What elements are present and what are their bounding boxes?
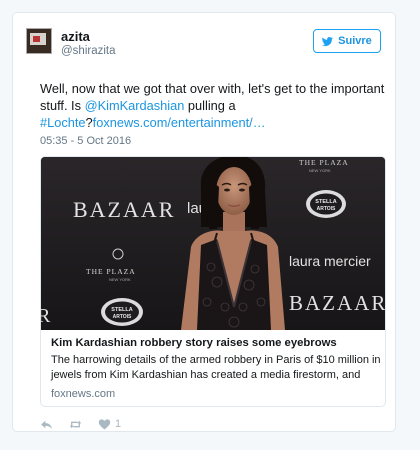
- photo-text: R: [41, 305, 51, 327]
- photo-text: STELLA: [315, 199, 336, 205]
- like-button[interactable]: 1: [98, 418, 121, 431]
- card-domain: foxnews.com: [51, 388, 116, 400]
- tweet-actions: 1: [40, 416, 137, 432]
- user-handle[interactable]: @shirazita: [61, 44, 116, 59]
- tweet-text-part: pulling a: [184, 98, 236, 113]
- hashtag-link[interactable]: #Lochte: [40, 115, 86, 130]
- photo-text: THE PLAZA: [299, 158, 349, 167]
- article-url-link[interactable]: foxnews.com/entertainment/…: [93, 115, 266, 130]
- twitter-bird-icon: [322, 36, 334, 46]
- tweet-text: Well, now that we got that over with, le…: [40, 80, 390, 131]
- retweet-icon: [69, 420, 82, 428]
- photo-text: STELLA: [111, 307, 132, 313]
- photo-text: ARTOIS: [113, 314, 132, 320]
- follow-label: Suivre: [338, 35, 372, 47]
- photo-text: laura mercier: [289, 253, 371, 269]
- tweet-text-part: ?: [85, 115, 93, 130]
- timestamp[interactable]: 05:35 - 5 Oct 2016: [40, 135, 131, 147]
- photo-text: ARTOIS: [317, 206, 336, 212]
- tweet-card: azita @shirazita Suivre Well, now that w…: [12, 12, 396, 432]
- link-card[interactable]: THE PLAZA NEW YORK BAZAAR lau er STELLA …: [40, 156, 386, 407]
- photo-text: THE PLAZA: [86, 267, 136, 276]
- tweet-header: azita @shirazita Suivre: [26, 28, 381, 64]
- card-title[interactable]: Kim Kardashian robbery story raises some…: [51, 337, 337, 349]
- reply-button[interactable]: [40, 418, 53, 431]
- follow-button[interactable]: Suivre: [313, 29, 381, 53]
- heart-icon: [98, 418, 111, 429]
- photo-text: NEW YORK: [309, 168, 331, 173]
- card-description: The harrowing details of the armed robbe…: [51, 354, 381, 381]
- article-photo-svg: THE PLAZA NEW YORK BAZAAR lau er STELLA …: [41, 157, 386, 330]
- retweet-button[interactable]: [69, 418, 82, 431]
- user-block[interactable]: azita @shirazita: [61, 29, 116, 59]
- avatar[interactable]: [26, 28, 52, 54]
- reply-icon: [41, 420, 52, 429]
- display-name[interactable]: azita: [61, 29, 116, 44]
- article-photo[interactable]: THE PLAZA NEW YORK BAZAAR lau er STELLA …: [41, 157, 386, 330]
- photo-text: BAZAAR: [289, 291, 386, 315]
- photo-text: BAZAAR: [73, 197, 175, 222]
- photo-text: NEW YORK: [109, 277, 131, 282]
- like-count: 1: [115, 418, 122, 430]
- mention-link[interactable]: @KimKardashian: [85, 98, 185, 113]
